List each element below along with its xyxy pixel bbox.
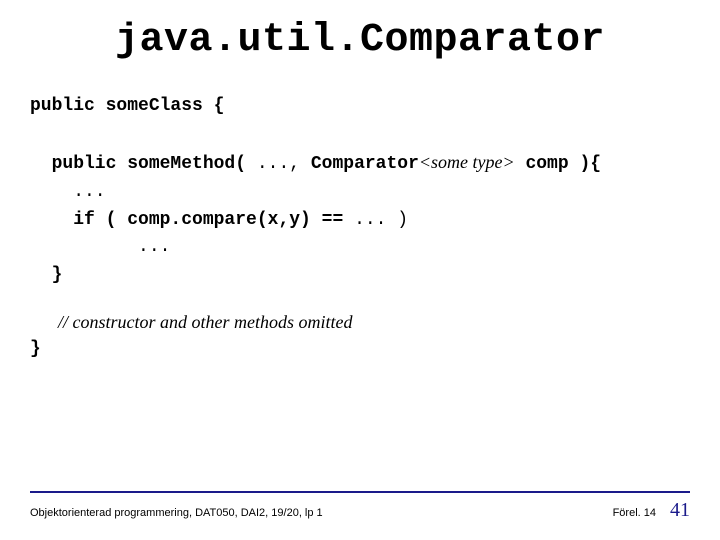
code-line-5: ... — [30, 237, 170, 257]
footer-lecture: Förel. 14 — [613, 507, 656, 519]
footer-row: Objektorienterad programmering, DAT050, … — [30, 499, 690, 522]
code-line-6: } — [30, 265, 62, 285]
code-line-4b: ... ) — [354, 210, 408, 230]
code-line-2-dots: ..., — [257, 154, 311, 174]
code-line-2-comparator: Comparator — [311, 154, 419, 174]
footer-left: Objektorienterad programmering, DAT050, … — [30, 507, 323, 519]
code-comment: // constructor and other methods omitted — [58, 312, 680, 333]
slide-container: java.util.Comparator public someClass { … — [0, 0, 720, 540]
code-close: } — [30, 339, 680, 359]
footer-page-number: 41 — [670, 499, 690, 522]
slide-title: java.util.Comparator — [40, 18, 680, 63]
code-line-2-end: comp ){ — [515, 154, 601, 174]
slide-footer: Objektorienterad programmering, DAT050, … — [30, 491, 690, 522]
code-line-2-public: public someMethod( — [30, 154, 257, 174]
footer-right: Förel. 14 41 — [613, 499, 690, 522]
footer-divider — [30, 491, 690, 493]
code-line-2-generic: <some type> — [419, 152, 515, 172]
code-line-3: ... — [30, 182, 106, 202]
code-line-4a: if ( comp.compare(x,y) == — [30, 210, 354, 230]
code-block: public someClass { public someMethod( ..… — [30, 93, 680, 290]
code-line-1: public someClass { — [30, 96, 224, 116]
